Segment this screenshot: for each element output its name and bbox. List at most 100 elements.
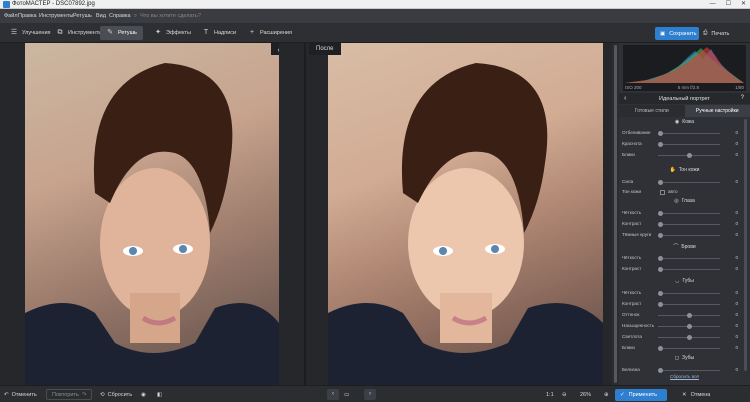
slider-row: Оттенок 0 xyxy=(622,311,742,319)
tab-manual[interactable]: Ручные настройки xyxy=(684,105,750,117)
auto-checkbox[interactable] xyxy=(660,189,665,195)
slider-knob[interactable] xyxy=(687,312,692,318)
slider-knob[interactable] xyxy=(658,221,663,227)
slider-knob[interactable] xyxy=(658,301,663,307)
maximize-button[interactable]: ☐ xyxy=(726,0,731,9)
reset-all-link[interactable]: Сбросить всё xyxy=(619,374,750,379)
slider-track[interactable] xyxy=(658,369,720,371)
slider-track[interactable] xyxy=(658,347,720,349)
next-photo-button[interactable]: › xyxy=(364,389,376,400)
slider-knob[interactable] xyxy=(658,141,663,147)
tab-enhancements[interactable]: ☰ Улучшения xyxy=(4,26,57,40)
tab-effects[interactable]: ✦ Эффекты xyxy=(148,26,197,40)
slider-track[interactable] xyxy=(658,292,720,294)
slider-track[interactable] xyxy=(658,143,720,145)
slider-knob[interactable] xyxy=(658,266,663,272)
slider-track[interactable] xyxy=(658,268,720,270)
menu-retouch[interactable]: Ретушь xyxy=(73,9,92,23)
photo-canvas[interactable]: До После xyxy=(0,43,612,385)
cancel-button[interactable]: ✕ Отмена xyxy=(682,389,710,401)
printer-icon: ⎙ xyxy=(703,30,708,36)
tooth-icon: ◻ xyxy=(674,355,680,361)
slider-track[interactable] xyxy=(658,257,720,259)
slider-track[interactable] xyxy=(658,234,720,236)
slider-value: 0 xyxy=(735,141,738,146)
slider-knob[interactable] xyxy=(658,210,663,216)
slider-knob[interactable] xyxy=(658,255,663,261)
slider-value: 0 xyxy=(735,152,738,157)
save-button[interactable]: ▣ Сохранить xyxy=(655,27,699,40)
zoom-in-button[interactable]: ⊕ xyxy=(604,389,609,400)
back-icon[interactable]: ‹ xyxy=(624,93,626,104)
preview-eye-button[interactable]: ◉ xyxy=(141,389,146,400)
redo-label: Повторить xyxy=(52,391,79,398)
search-box[interactable]: ⌕ Что вы хотите сделать? xyxy=(134,12,224,20)
compare-splitter[interactable] xyxy=(304,43,306,385)
slider-value: 0 xyxy=(735,301,738,306)
compare-button[interactable]: ◧ xyxy=(157,389,162,400)
slider-knob[interactable] xyxy=(658,345,663,351)
slider-value: 0 xyxy=(735,323,738,328)
slider-track[interactable] xyxy=(658,212,720,214)
tab-retouch[interactable]: ✎ Ретушь xyxy=(100,26,143,40)
redo-icon: ↷ xyxy=(81,391,87,398)
slider-row: Белизна 0 xyxy=(622,366,742,374)
slider-knob[interactable] xyxy=(658,179,663,185)
folder-button[interactable]: ▭ xyxy=(344,389,349,400)
folder-icon: ▭ xyxy=(344,391,350,398)
photo-before: До xyxy=(25,43,279,385)
menu-file[interactable]: Файл xyxy=(4,9,18,23)
slider-value: 0 xyxy=(735,232,738,237)
section-teeth-label: Зубы xyxy=(682,355,695,361)
histogram: ISO 200 5 mm f/2.8 1/80 xyxy=(623,45,746,91)
help-icon[interactable]: ? xyxy=(741,93,744,104)
print-label: Печать xyxy=(711,30,730,37)
close-button[interactable]: ✕ xyxy=(741,0,746,9)
search-icon: ⌕ xyxy=(134,12,138,19)
menu-edit[interactable]: Правка xyxy=(18,9,37,23)
slider-knob[interactable] xyxy=(687,334,692,340)
prev-photo-button[interactable]: ‹ xyxy=(327,389,339,400)
slider-label: Чёткость xyxy=(622,210,642,215)
slider-knob[interactable] xyxy=(658,232,663,238)
minimize-button[interactable]: — xyxy=(710,0,716,9)
search-input[interactable]: Что вы хотите сделать? xyxy=(140,13,201,19)
slider-row: Светлота 0 xyxy=(622,333,742,341)
slider-track[interactable] xyxy=(658,223,720,225)
slider-value: 0 xyxy=(735,345,738,350)
undo-button[interactable]: ↶ Отменить xyxy=(4,389,37,400)
tab-extensions[interactable]: + Расширения xyxy=(242,26,298,40)
slider-track[interactable] xyxy=(658,181,720,183)
slider-track[interactable] xyxy=(658,132,720,134)
slider-knob[interactable] xyxy=(687,323,692,329)
section-eyes-label: Глаза xyxy=(681,198,695,204)
slider-label: Блики xyxy=(622,152,635,157)
redo-button[interactable]: Повторить ↷ xyxy=(46,389,93,400)
slider-knob[interactable] xyxy=(658,367,663,373)
eye-icon: ◎ xyxy=(674,198,679,204)
undo-label: Отменить xyxy=(11,391,37,398)
zoom-out-button[interactable]: ⊖ xyxy=(562,389,567,400)
panel-header: ‹ Идеальный портрет ? xyxy=(619,93,750,104)
canvas-scrollbar[interactable] xyxy=(612,43,619,385)
reset-button[interactable]: ⟲ Сбросить xyxy=(100,389,132,400)
print-button[interactable]: ⎙ Печать xyxy=(703,27,729,40)
slider-knob[interactable] xyxy=(658,290,663,296)
save-label: Сохранить xyxy=(669,30,697,37)
slider-track[interactable] xyxy=(658,303,720,305)
menu-help[interactable]: Справка xyxy=(109,9,131,23)
portrait-after-image xyxy=(328,63,603,385)
slider-knob[interactable] xyxy=(687,152,692,158)
slider-list: ◉ Кожа ✋ Тон кожи Тон кожи авто ◎ Глаза … xyxy=(619,119,750,373)
apply-button[interactable]: ✓ Применить xyxy=(615,389,667,401)
zoom-ratio[interactable]: 1:1 xyxy=(546,389,554,400)
panel-scrollbar[interactable] xyxy=(743,119,748,371)
tab-presets[interactable]: Готовые стили xyxy=(619,105,685,117)
reset-icon: ⟲ xyxy=(100,391,105,398)
histogram-shutter: 1/80 xyxy=(735,85,744,90)
menu-view[interactable]: Вид xyxy=(96,9,106,23)
slider-knob[interactable] xyxy=(658,130,663,136)
tab-text[interactable]: T Надписи xyxy=(196,26,242,40)
app-logo-icon xyxy=(3,1,10,8)
menu-tools[interactable]: Инструменты xyxy=(39,9,73,23)
